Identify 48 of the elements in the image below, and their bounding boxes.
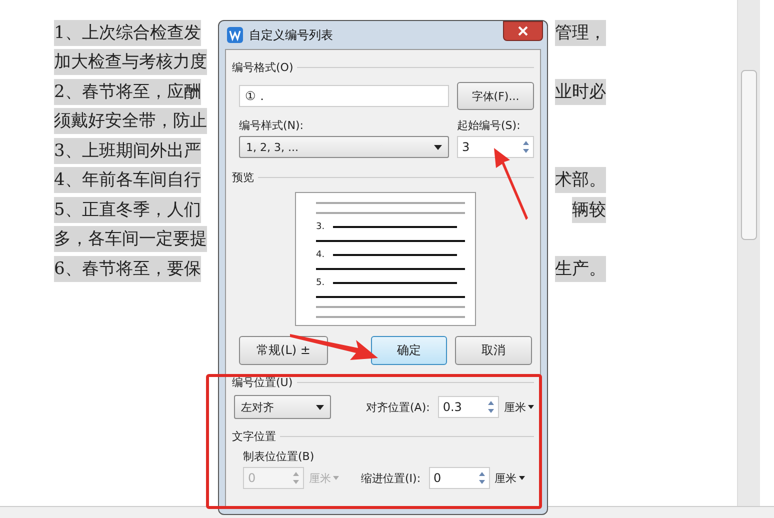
document-text: 术部。 <box>555 167 606 194</box>
app-icon <box>227 27 243 43</box>
unit-dropdown[interactable]: 厘米 <box>494 470 525 486</box>
field-label: 缩进位置(I): <box>361 470 421 486</box>
section-label: 文字位置 <box>232 428 276 444</box>
document-text: 生产。 <box>555 256 606 282</box>
style-dropdown[interactable]: 1, 2, 3, ... <box>239 136 449 158</box>
dropdown-arrow-icon <box>518 476 525 480</box>
document-text: 3、上班期间外出严 <box>54 138 201 164</box>
field-label: 对齐位置(A): <box>366 400 430 414</box>
document-text: 2、春节将至，应酬 <box>54 78 201 105</box>
dialog-button[interactable]: 取消 <box>455 336 532 365</box>
unit-dropdown[interactable]: 厘米 <box>504 400 534 414</box>
scrollbar[interactable] <box>738 0 760 506</box>
font-button[interactable]: 字体(F)... <box>457 82 534 110</box>
dialog-button[interactable]: 常规(L) ± <box>239 336 328 365</box>
indent-position-spinbox[interactable]: 0 <box>428 467 490 489</box>
field-label: 制表位位置(B) <box>242 449 314 464</box>
document-text: 辆较 <box>572 196 606 223</box>
preview-number: 3. <box>316 222 325 232</box>
start-number-spinbox[interactable]: 3 <box>457 136 534 158</box>
document-text: 1、上次综合检查发 <box>54 20 201 46</box>
document-text: 管理， <box>555 20 606 46</box>
document-text: 须戴好安全带，防止 <box>54 108 207 134</box>
document-text: 加大检查与考核力度 <box>54 49 207 76</box>
section-label: 编号位置(U) <box>232 374 293 390</box>
preview-number: 4. <box>316 250 325 260</box>
field-label: 编号样式(N): <box>239 118 305 133</box>
field-label: 起始编号(S): <box>457 118 520 133</box>
alignment-dropdown[interactable]: 左对齐 <box>234 395 331 419</box>
dropdown-arrow-icon <box>316 404 324 410</box>
document-text: 4、年前各车间自行 <box>54 167 201 194</box>
format-field[interactable]: ①． <box>239 85 449 107</box>
document-text: 6、春节将至，要保 <box>54 256 201 282</box>
section-label: 编号格式(O) <box>232 60 294 74</box>
dialog-title: 自定义编号列表 <box>249 26 333 44</box>
preview-number: 5. <box>316 278 325 288</box>
close-icon <box>518 26 528 36</box>
dropdown-arrow-icon <box>528 405 534 410</box>
document-text: 多，各车间一定要提 <box>54 226 207 252</box>
dropdown-arrow-icon <box>333 476 339 480</box>
document-text: 5、正直冬季，人们 <box>54 196 201 223</box>
dialog-button[interactable]: 确定 <box>371 336 447 365</box>
dropdown-arrow-icon <box>434 144 442 150</box>
document-text: 业时必 <box>555 78 606 105</box>
section-label: 预览 <box>232 170 254 184</box>
close-button[interactable] <box>503 21 543 41</box>
align-position-spinbox[interactable]: 0.3 <box>438 396 499 418</box>
